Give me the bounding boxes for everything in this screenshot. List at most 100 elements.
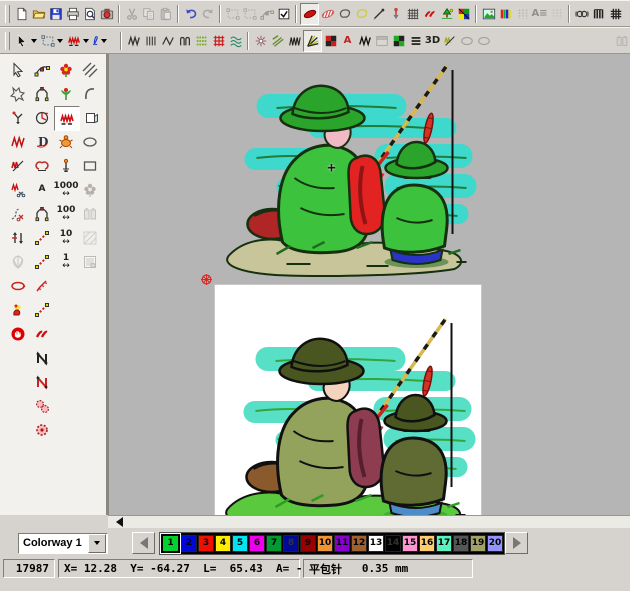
print-preview-button[interactable]	[81, 4, 98, 24]
hoop-small-button[interactable]	[458, 31, 475, 51]
knot-stitch-tool[interactable]	[30, 154, 54, 177]
insert-image-button[interactable]	[480, 4, 497, 24]
fan-fill-button[interactable]	[303, 30, 322, 52]
dense-grid-button[interactable]	[607, 4, 624, 24]
backtrack-tool[interactable]	[30, 274, 54, 297]
tatami-fill-button[interactable]	[142, 31, 159, 51]
color-swatch-18[interactable]: 18	[453, 535, 469, 552]
bean-stitch-tool[interactable]	[30, 298, 54, 321]
satin-stitch-button[interactable]	[125, 31, 142, 51]
view-3d-button[interactable]: 3D	[424, 31, 441, 51]
design-canvas[interactable]: +	[108, 54, 630, 515]
jump-10-button[interactable]: 10↔	[54, 226, 78, 249]
flip-page-tool[interactable]	[80, 106, 104, 129]
select-tool-button[interactable]	[13, 31, 39, 51]
radial-fill-button[interactable]	[252, 31, 269, 51]
color-swatch-14[interactable]: 14	[385, 535, 401, 552]
satin-column-tool[interactable]	[54, 106, 80, 131]
select-confirm-button[interactable]	[275, 4, 292, 24]
cut-button[interactable]	[123, 4, 140, 24]
dock-window-button[interactable]	[613, 31, 630, 51]
color-swatch-17[interactable]: 17	[436, 535, 452, 552]
color-swatch-12[interactable]: 12	[351, 535, 367, 552]
motif-zigzag-button[interactable]	[356, 31, 373, 51]
run-stitch-tool-2[interactable]	[30, 250, 54, 273]
pattern-fill-button[interactable]	[319, 4, 336, 24]
paste-button[interactable]	[157, 4, 174, 24]
undo-button[interactable]	[182, 4, 199, 24]
new-design-button[interactable]	[13, 4, 30, 24]
sequin-rings-button[interactable]	[573, 4, 590, 24]
manual-stitch-button[interactable]	[370, 4, 387, 24]
lasso-select-tool[interactable]	[6, 82, 30, 105]
motif-run-button[interactable]	[353, 4, 370, 24]
color-swatch-19[interactable]: 19	[470, 535, 486, 552]
stitch-design[interactable]	[214, 58, 484, 290]
print-button[interactable]	[64, 4, 81, 24]
pointer-tool[interactable]	[6, 58, 30, 81]
gear-pair-tool[interactable]	[30, 394, 54, 417]
pin-design-button[interactable]	[387, 4, 404, 24]
cross-fill-button[interactable]	[210, 31, 227, 51]
jump-1000-button[interactable]: 1000↔	[54, 178, 78, 201]
density-dots-button[interactable]	[514, 4, 531, 24]
rotate-hoop-tool[interactable]	[6, 274, 30, 297]
slant-stitch-tool[interactable]	[78, 58, 102, 81]
pattern-fill-green-button[interactable]	[193, 31, 210, 51]
reshape-tool-button[interactable]	[258, 4, 275, 24]
motif-tool-disabled[interactable]	[78, 178, 102, 201]
float-window-button[interactable]	[373, 31, 390, 51]
jump-1-button[interactable]: 1↔	[54, 250, 78, 273]
lettering-tool[interactable]: A	[30, 178, 54, 201]
jump-100-button[interactable]: 100↔	[54, 202, 78, 225]
layer-bars-button[interactable]	[407, 31, 424, 51]
grid-fill-button[interactable]	[404, 4, 421, 24]
rectangle-tool[interactable]	[78, 154, 102, 177]
hoop-large-button[interactable]	[475, 31, 492, 51]
plant-motif-tool[interactable]	[54, 82, 78, 105]
satin-fill-button[interactable]	[300, 3, 319, 25]
monogram-tool[interactable]: D	[30, 130, 54, 153]
curve-input-button[interactable]: ℓ	[91, 31, 117, 51]
palette-scroll-right-button[interactable]	[505, 532, 528, 554]
color-swatch-13[interactable]: 13	[368, 535, 384, 552]
stitch-direction-tool[interactable]	[6, 130, 30, 153]
design-photo-button[interactable]	[98, 4, 115, 24]
machine-format-button[interactable]	[78, 202, 102, 225]
scroll-left-icon[interactable]	[116, 517, 123, 527]
fan-tool-disabled[interactable]	[6, 250, 30, 273]
arch-input-tool[interactable]	[30, 82, 54, 105]
color-swatch-6[interactable]: 6	[249, 535, 265, 552]
rotate-tool-button[interactable]	[241, 4, 258, 24]
scale-tool-button[interactable]	[224, 4, 241, 24]
color-change-tool[interactable]	[6, 298, 30, 321]
color-swatch-5[interactable]: 5	[232, 535, 248, 552]
color-swatch-2[interactable]: 2	[181, 535, 197, 552]
reference-image[interactable]	[215, 285, 481, 515]
open-design-button[interactable]	[30, 4, 47, 24]
colorway-select[interactable]: Colorway 1	[18, 533, 108, 554]
bar-fill-button[interactable]	[590, 4, 607, 24]
letter-kern-button[interactable]: A≡	[531, 4, 548, 24]
trim-stitch-tool[interactable]	[6, 178, 30, 201]
stitch-mode-button[interactable]	[65, 31, 91, 51]
color-swatch-15[interactable]: 15	[402, 535, 418, 552]
run-outline-button[interactable]	[336, 4, 353, 24]
bridge-arch-tool[interactable]	[30, 202, 54, 225]
canvas-scrollbar[interactable]	[108, 515, 630, 528]
stitch-density-button[interactable]	[548, 4, 565, 24]
color-film-button[interactable]	[455, 4, 472, 24]
redo-button[interactable]	[199, 4, 216, 24]
color-swatch-10[interactable]: 10	[317, 535, 333, 552]
color-swatch-7[interactable]: 7	[266, 535, 282, 552]
zigzag-stitch-button[interactable]	[159, 31, 176, 51]
sequin-tree-button[interactable]	[438, 4, 455, 24]
wave-run-tool[interactable]	[30, 322, 54, 345]
colorway-dropdown-button[interactable]	[88, 534, 106, 553]
stitch-list-button[interactable]	[78, 250, 102, 273]
ellipse-tool[interactable]	[78, 130, 102, 153]
texture-w-button[interactable]	[441, 31, 458, 51]
stitch-updown-tool[interactable]	[6, 226, 30, 249]
copy-button[interactable]	[140, 4, 157, 24]
cross-stitch-button[interactable]	[322, 31, 339, 51]
